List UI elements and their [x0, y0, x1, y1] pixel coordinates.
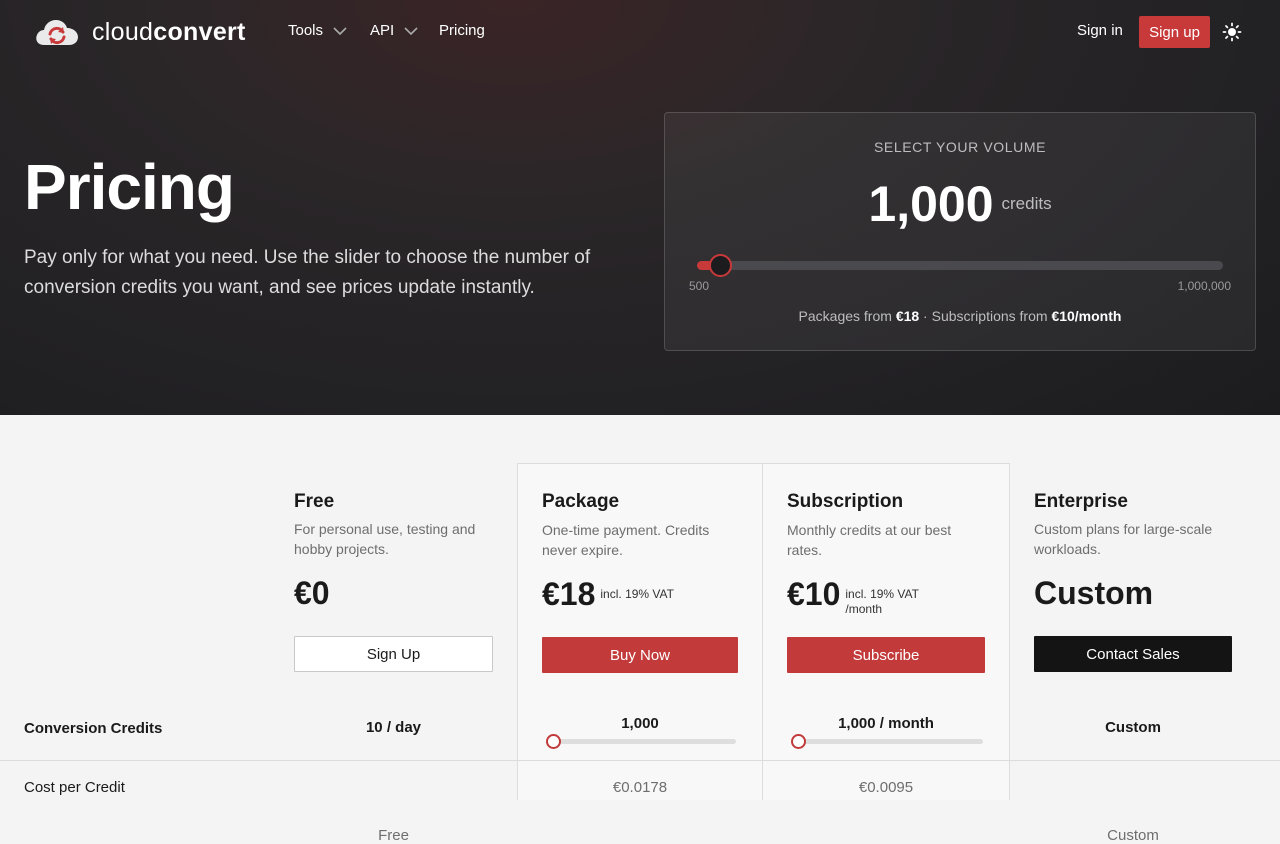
pricing-table: Free For personal use, testing and hobby… — [0, 415, 1280, 844]
top-navigation: cloudconvert Tools API Pricing Sign in S… — [0, 0, 1280, 64]
subscription-slider-thumb[interactable] — [791, 734, 806, 749]
contact-sales-button[interactable]: Contact Sales — [1034, 636, 1232, 672]
chevron-down-icon — [333, 26, 347, 35]
nav-api[interactable]: API — [370, 22, 418, 39]
row-label-conversion-credits: Conversion Credits — [24, 720, 163, 737]
sign-in-link[interactable]: Sign in — [1077, 22, 1123, 39]
plan-price: €10 incl. 19% VAT/month — [787, 574, 919, 617]
price-amount: €0 — [294, 575, 330, 611]
volume-label: SELECT YOUR VOLUME — [873, 139, 1047, 155]
plan-enterprise: Enterprise Custom plans for large-scale … — [1010, 463, 1256, 844]
slider-max-label: 1,000,000 — [1177, 279, 1231, 293]
package-credits-slider[interactable] — [546, 734, 736, 749]
plan-price: €18 incl. 19% VAT — [542, 574, 674, 614]
plan-description: One-time payment. Credits never expire. — [542, 522, 710, 558]
row-label-cost-per-credit: Cost per Credit — [24, 779, 125, 796]
volume-unit: credits — [1001, 194, 1052, 213]
price-amount: €10 — [787, 576, 841, 612]
plan-name: Package — [542, 491, 620, 512]
nav-api-label: API — [370, 22, 395, 39]
plan-price: Custom — [1034, 573, 1153, 613]
credits-value: 1,000 — [621, 715, 659, 732]
volume-number: 1,000 — [868, 176, 994, 232]
package-slider-thumb[interactable] — [546, 734, 561, 749]
plan-package: Package One-time payment. Credits never … — [517, 463, 763, 800]
credits-value: 1,000 / month — [838, 715, 934, 732]
logo-text: cloudconvert — [92, 17, 246, 46]
credits-value: 10 / day — [365, 719, 422, 736]
hero-description: Pay only for what you need. Use the slid… — [24, 247, 591, 298]
cloudconvert-logo-icon — [36, 20, 78, 45]
nav-tools[interactable]: Tools — [288, 22, 347, 39]
row-divider — [0, 760, 1280, 761]
hero-section: cloudconvert Tools API Pricing Sign in S… — [0, 0, 1280, 415]
plan-description: For personal use, testing and hobby proj… — [294, 521, 476, 557]
cost-per-credit: Free — [378, 827, 409, 844]
subscription-credits-slider[interactable] — [791, 734, 983, 749]
price-summary: Packages from €18 · Subscriptions from €… — [798, 308, 1122, 324]
credits-value: Custom — [1105, 719, 1161, 736]
subscribe-button[interactable]: Subscribe — [787, 637, 985, 673]
plan-name: Subscription — [787, 491, 904, 512]
plan-subscription: Subscription Monthly credits at our best… — [762, 463, 1010, 800]
plan-description: Monthly credits at our best rates. — [787, 522, 952, 558]
nav-pricing[interactable]: Pricing — [439, 22, 485, 39]
cost-per-credit: €0.0178 — [612, 779, 668, 796]
nav-pricing-label: Pricing — [439, 22, 485, 39]
chevron-down-icon — [404, 26, 418, 35]
vat-note: incl. 19% VAT — [600, 587, 674, 601]
buy-now-button[interactable]: Buy Now — [542, 637, 738, 673]
volume-slider-thumb[interactable] — [709, 254, 732, 277]
plan-description: Custom plans for large-scale workloads. — [1034, 521, 1213, 557]
price-amount: Custom — [1034, 575, 1154, 611]
plan-name: Enterprise — [1034, 491, 1128, 512]
plan-free: Free For personal use, testing and hobby… — [270, 463, 517, 844]
logo[interactable]: cloudconvert — [34, 16, 246, 48]
plan-price: €0 — [294, 573, 330, 613]
slider-min-label: 500 — [689, 279, 710, 293]
volume-amount: 1,000 credits — [665, 175, 1255, 233]
sign-up-button[interactable]: Sign Up — [294, 636, 493, 672]
sun-icon[interactable] — [1222, 22, 1242, 42]
page-title: Pricing — [24, 151, 235, 223]
plan-name: Free — [294, 491, 335, 512]
volume-slider[interactable] — [697, 254, 1223, 277]
cost-per-credit: Custom — [1107, 827, 1159, 844]
price-amount: €18 — [542, 576, 596, 612]
nav-tools-label: Tools — [288, 22, 324, 39]
sign-up-button[interactable]: Sign up — [1139, 16, 1210, 48]
cost-per-credit: €0.0095 — [858, 779, 914, 796]
volume-selector: SELECT YOUR VOLUME 1,000 credits 500 1,00… — [664, 112, 1256, 351]
vat-note: incl. 19% VAT/month — [845, 587, 919, 616]
